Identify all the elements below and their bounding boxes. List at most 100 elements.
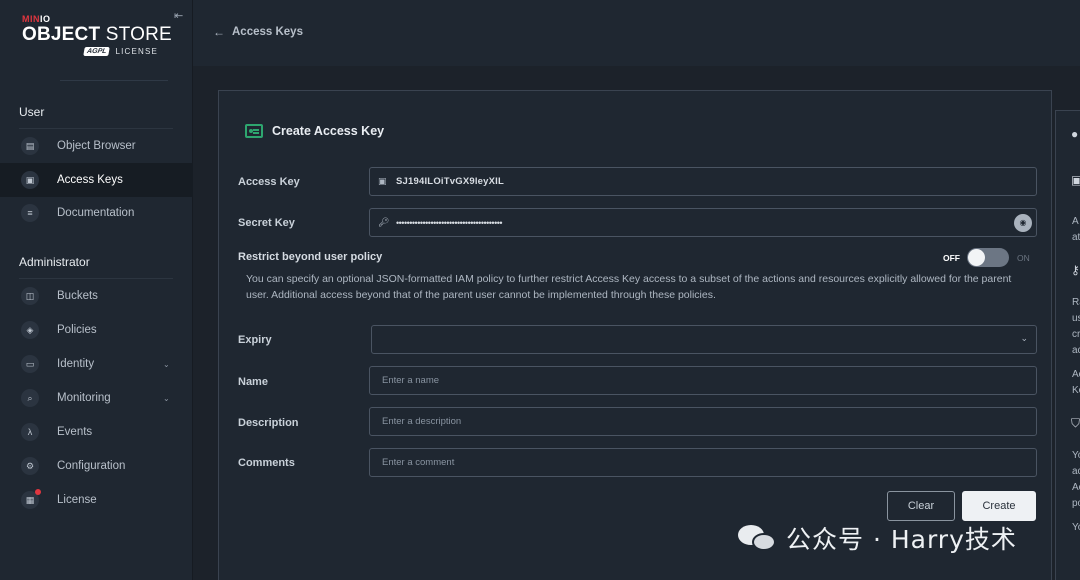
description-label: Description — [238, 417, 299, 429]
name-label: Name — [238, 376, 268, 388]
help-text-fragment: Ac — [1072, 482, 1080, 493]
description-field-box — [369, 407, 1037, 436]
help-text-fragment: po — [1072, 498, 1080, 509]
chevron-down-icon[interactable]: ⌄ — [163, 360, 170, 369]
page-title[interactable]: Access Keys — [232, 26, 303, 38]
sidebar: MINIO OBJECT STORE AGPL LICENSE ⇤ User ▤… — [0, 0, 193, 580]
access-key-icon — [245, 124, 263, 138]
secret-key-field[interactable]: 🔑︎ •••••••••••••••••••••••••••••••••••••… — [369, 208, 1037, 237]
help-text-fragment: Yo — [1072, 522, 1080, 533]
lambda-icon: λ — [21, 423, 39, 441]
help-text-fragment: Ke — [1072, 385, 1080, 396]
identity-icon: ▭ — [21, 355, 39, 373]
sidebar-item-label: Buckets — [57, 290, 98, 302]
sidebar-item-license[interactable]: ▦ License — [0, 483, 193, 517]
panel-title: Create Access Key — [272, 124, 385, 138]
shield-icon: ◈ — [21, 321, 39, 339]
secret-key-label: Secret Key — [238, 217, 295, 229]
comments-field-box — [369, 448, 1037, 477]
sidebar-item-documentation[interactable]: ≡ Documentation — [0, 196, 193, 230]
show-password-eye-icon[interactable]: ◉ — [1014, 214, 1032, 232]
sidebar-item-buckets[interactable]: ◫ Buckets — [0, 279, 193, 313]
document-icon: ≡ — [21, 204, 39, 222]
help-text-fragment: ac — [1072, 345, 1080, 356]
chevron-down-icon: ⌄ — [1020, 333, 1028, 343]
help-panel: ● ▣ A at ⚷ Ra us cr ac Ac Ke ⛉ Yo ac Ac … — [1055, 110, 1080, 580]
toggle-off-label: OFF — [943, 253, 960, 263]
sidebar-item-label: Events — [57, 426, 93, 438]
section-title-user: User — [19, 105, 45, 119]
access-key-label: Access Key — [238, 176, 300, 188]
id-card-icon: ▣ — [1071, 173, 1080, 187]
sidebar-item-label: Policies — [57, 324, 97, 336]
sidebar-item-label: Documentation — [57, 207, 135, 219]
toggle-knob — [968, 249, 985, 266]
sidebar-item-object-browser[interactable]: ▤ Object Browser — [0, 129, 193, 163]
help-text-fragment: Ac — [1072, 369, 1080, 380]
sidebar-item-label: Configuration — [57, 460, 126, 472]
sidebar-item-label: Identity — [57, 358, 95, 370]
key-icon: ⚷ — [1071, 263, 1080, 277]
sidebar-item-events[interactable]: λ Events — [0, 415, 193, 449]
sidebar-item-label: Monitoring — [57, 392, 111, 404]
section-title-administrator: Administrator — [19, 255, 90, 269]
clear-button[interactable]: Clear — [887, 491, 955, 521]
product-name: OBJECT STORE — [22, 24, 172, 45]
panel-header: Create Access Key — [245, 124, 384, 138]
bucket-icon: ◫ — [21, 287, 39, 305]
id-card-icon: ▣ — [378, 176, 387, 186]
restrict-policy-toggle[interactable] — [967, 248, 1009, 267]
sidebar-item-identity[interactable]: ▭ Identity ⌄ — [0, 347, 193, 381]
sidebar-item-monitoring[interactable]: ⌕ Monitoring ⌄ — [0, 381, 193, 415]
gear-icon: ⚙ — [21, 457, 39, 475]
folder-icon: ▤ — [21, 137, 39, 155]
access-key-value: SJ194ILOiTvGX9leyXIL — [396, 176, 505, 187]
help-text-fragment: at — [1072, 232, 1080, 243]
create-access-key-panel: Create Access Key Access Key ▣ SJ194ILOi… — [218, 90, 1052, 580]
sidebar-item-label: License — [57, 494, 97, 506]
license-row: AGPL LICENSE — [83, 47, 159, 56]
sidebar-item-configuration[interactable]: ⚙ Configuration — [0, 449, 193, 483]
collapse-sidebar-icon[interactable]: ⇤ — [174, 10, 186, 22]
id-card-icon: ▣ — [21, 171, 39, 189]
help-text-fragment: A — [1072, 216, 1079, 227]
wechat-logo-icon — [738, 523, 778, 553]
access-key-field[interactable]: ▣ SJ194ILOiTvGX9leyXIL — [369, 167, 1037, 196]
watermark: 公众号 · Harry技术 — [738, 520, 1017, 556]
notification-dot — [35, 489, 41, 495]
sidebar-item-access-keys[interactable]: ▣ Access Keys — [0, 163, 193, 197]
restrict-policy-label: Restrict beyond user policy — [238, 251, 383, 263]
comments-label: Comments — [238, 457, 295, 469]
key-icon: 🔑︎ — [378, 217, 390, 227]
restrict-policy-description: You can specify an optional JSON-formatt… — [246, 273, 1012, 301]
top-bar: ← Access Keys — [193, 0, 1080, 66]
agpl-badge: AGPL — [83, 47, 111, 56]
divider — [60, 80, 168, 81]
chevron-down-icon[interactable]: ⌄ — [163, 394, 170, 403]
help-text-fragment: Yo — [1072, 450, 1080, 461]
secret-key-value: •••••••••••••••••••••••••••••••••••••••• — [396, 217, 503, 228]
brand-name: MINIO — [22, 14, 51, 24]
info-icon: ● — [1071, 127, 1079, 141]
expiry-label: Expiry — [238, 334, 272, 346]
toggle-on-label: ON — [1017, 253, 1030, 263]
license-icon: ▦ — [21, 489, 41, 509]
name-field-box — [369, 366, 1037, 395]
help-text-fragment: Ra — [1072, 297, 1080, 308]
shield-icon: ⛉ — [1071, 416, 1080, 430]
watermark-text: 公众号 · Harry技术 — [786, 525, 1017, 554]
sidebar-item-label: Access Keys — [57, 174, 123, 186]
minio-logo[interactable]: MINIO OBJECT STORE AGPL LICENSE — [22, 14, 172, 64]
back-arrow-icon[interactable]: ← — [213, 25, 225, 39]
sidebar-item-label: Object Browser — [57, 140, 136, 152]
comments-input[interactable] — [370, 449, 1036, 476]
expiry-select[interactable]: ⌄ — [371, 325, 1037, 354]
help-text-fragment: cr — [1072, 329, 1080, 340]
sidebar-item-policies[interactable]: ◈ Policies — [0, 313, 193, 347]
license-word: LICENSE — [115, 47, 159, 56]
create-button[interactable]: Create — [962, 491, 1036, 521]
magnifier-icon: ⌕ — [21, 389, 39, 407]
help-text-fragment: ac — [1072, 466, 1080, 477]
description-input[interactable] — [370, 408, 1036, 435]
name-input[interactable] — [370, 367, 1036, 394]
